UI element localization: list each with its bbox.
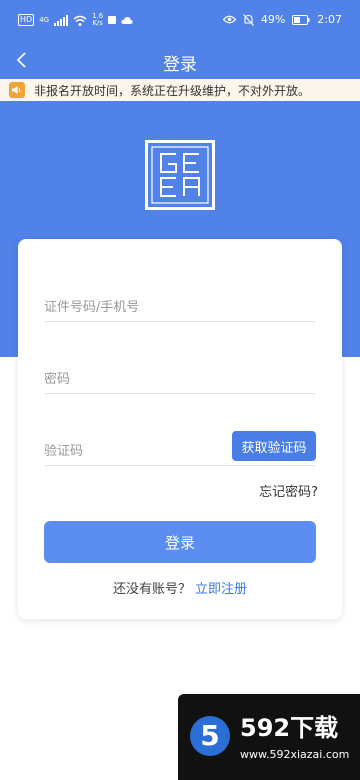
speaker-icon — [9, 82, 25, 98]
clock: 2:07 — [317, 13, 342, 26]
notice-text: 非报名开放时间，系统正在升级维护，不对外开放。 — [34, 83, 311, 98]
forgot-password-link[interactable]: 忘记密码? — [259, 481, 318, 500]
cloud-icon — [121, 16, 133, 24]
status-bar: HD 4G 1.6 K/s 49% 2:07 — [0, 0, 360, 44]
password-input[interactable] — [44, 372, 224, 387]
hd-badge: HD — [18, 14, 35, 26]
status-right: 49% 2:07 — [222, 13, 342, 26]
get-code-button[interactable]: 获取验证码 — [232, 431, 316, 461]
battery-icon — [292, 14, 310, 25]
status-left: HD 4G 1.6 K/s — [18, 13, 133, 27]
speed-unit: K/s — [92, 19, 103, 27]
watermark: 5 592下载 www.592xiazai.com — [178, 694, 360, 780]
register-prompt: 还没有账号？ — [112, 582, 191, 597]
watermark-url: www.592xiazai.com — [240, 748, 350, 761]
id-field — [44, 287, 316, 322]
login-card: 获取验证码 忘记密码? 登录 还没有账号？ 立即注册 — [18, 239, 342, 619]
notice-banner: 非报名开放时间，系统正在升级维护，不对外开放。 — [0, 79, 360, 101]
eye-icon — [222, 15, 236, 24]
watermark-brand: 592下载 — [240, 714, 339, 742]
nav-bar: 登录 — [0, 44, 360, 78]
battery-percent: 49% — [260, 13, 286, 26]
signal-icon — [54, 14, 69, 26]
network-speed: 1.6 K/s — [92, 13, 103, 27]
notification-square-icon — [108, 16, 117, 24]
network-gen: 4G — [39, 16, 50, 24]
verification-field: 获取验证码 — [44, 431, 316, 466]
mute-bell-icon — [242, 13, 254, 26]
wifi-icon — [73, 15, 87, 26]
verification-code-input[interactable] — [44, 444, 224, 459]
register-link[interactable]: 立即注册 — [195, 582, 247, 597]
register-row: 还没有账号？ 立即注册 — [18, 578, 342, 597]
page-title: 登录 — [163, 55, 197, 75]
watermark-badge: 5 — [190, 716, 230, 756]
geea-logo — [145, 140, 215, 210]
password-field — [44, 359, 316, 394]
login-button[interactable]: 登录 — [44, 521, 316, 563]
id-input[interactable] — [44, 300, 224, 315]
